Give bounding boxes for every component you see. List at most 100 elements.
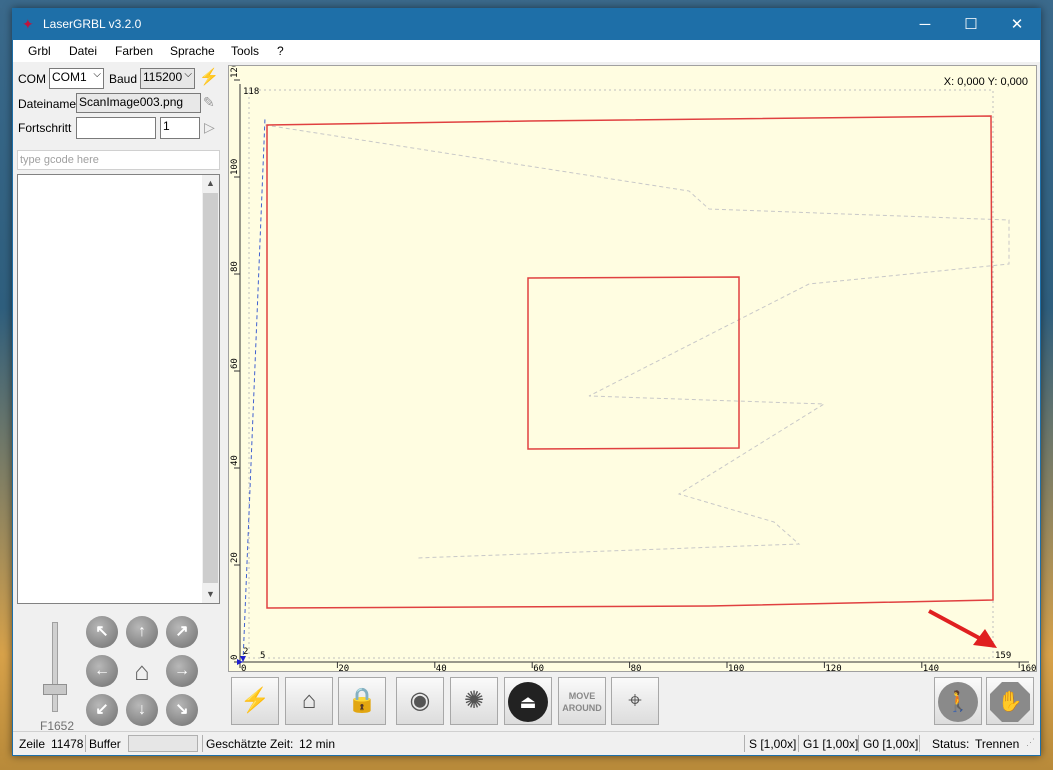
walking-person-icon[interactable]: 🚶 <box>934 677 982 725</box>
com-port-select[interactable]: COM1 ⌵ <box>49 68 104 89</box>
preview-canvas[interactable]: X: 0,000 Y: 0,000 0 20 40 60 80 100 120 140 160 … <box>228 65 1037 672</box>
inner-engraving-path <box>527 276 740 450</box>
jog-down-button[interactable]: ↓ <box>126 694 158 726</box>
status-label: Status: <box>932 737 970 751</box>
y-axis-ticks: 0 20 40 60 80 100 120 <box>230 66 240 663</box>
rapid-moves-path <box>264 124 1010 559</box>
outer-engraving-path <box>266 115 994 609</box>
origin-move-path <box>242 117 266 663</box>
work-area-border <box>248 89 994 659</box>
move-text: MOVE <box>568 691 596 701</box>
y-tick-label: 80 <box>230 261 240 272</box>
g0-override[interactable]: G0 [1,00x] <box>863 737 918 751</box>
x-tick-label: 60 <box>533 664 544 671</box>
x-tick-label: 40 <box>436 664 447 671</box>
scroll-thumb[interactable] <box>203 193 218 583</box>
y-tick-label: 0 <box>230 655 240 660</box>
chevron-down-icon: ⌵ <box>93 69 101 80</box>
progress-bar <box>76 117 156 139</box>
jog-up-left-button[interactable]: ↖ <box>86 616 118 648</box>
close-button[interactable]: ✕ <box>994 9 1040 40</box>
x-tick-label: 0 <box>241 664 246 671</box>
progress-label: Fortschritt <box>18 121 72 135</box>
run-play-icon[interactable]: ▷ <box>204 119 218 135</box>
red-arrow-annotation <box>928 609 997 648</box>
jog-up-right-button[interactable]: ↗ <box>166 616 198 648</box>
y-tick-label: 120 <box>230 66 240 78</box>
x-tick-label: 100 <box>728 664 744 671</box>
vertical-scrollbar[interactable]: ▲ ▼ <box>202 175 219 603</box>
gcode-input[interactable]: type gcode here <box>17 150 220 170</box>
jog-down-left-button[interactable]: ↙ <box>86 694 118 726</box>
gcode-preview-svg: 0 20 40 60 80 100 120 140 160 0 20 40 60 80 100 120 11… <box>230 66 1036 671</box>
s-override[interactable]: S [1,00x] <box>749 737 796 751</box>
maximize-button[interactable]: ☐ <box>948 9 994 40</box>
open-file-icon[interactable]: ✎ <box>203 94 219 110</box>
crosshair-icon[interactable]: ⌖ <box>611 677 659 725</box>
filename-field: ScanImage003.png <box>76 93 201 113</box>
speed-slider-thumb[interactable] <box>43 684 67 695</box>
stop-hand-icon[interactable]: ✋ <box>986 677 1034 725</box>
com-label: COM <box>18 72 46 86</box>
estimated-time-label: Geschätzte Zeit: <box>206 737 294 751</box>
menu-datei[interactable]: Datei <box>69 44 97 58</box>
menu-tools[interactable]: Tools <box>231 44 259 58</box>
lightning-icon[interactable]: ⚡ <box>231 677 279 725</box>
baud-select[interactable]: 115200 ⌵ <box>140 68 195 89</box>
filename-label: Dateiname <box>18 97 77 111</box>
laser-burst-icon[interactable]: ✺ <box>450 677 498 725</box>
y-tick-label: 40 <box>230 455 240 466</box>
jog-up-button[interactable]: ↑ <box>126 616 158 648</box>
scroll-up-icon[interactable]: ▲ <box>202 175 219 192</box>
status-bar: Zeile 11478 Buffer Geschätzte Zeit: 12 m… <box>13 731 1040 755</box>
eject-icon[interactable]: ⏏ <box>504 677 552 725</box>
line-label: Zeile <box>19 737 46 751</box>
padlock-icon[interactable]: 🔒 <box>338 677 386 725</box>
chevron-down-icon: ⌵ <box>184 69 192 80</box>
y-tick-label: 100 <box>230 159 240 175</box>
jog-left-button[interactable]: ← <box>86 655 118 687</box>
y-tick-label: 20 <box>230 552 240 563</box>
label-top-left: 118 <box>243 87 259 97</box>
status-value: Trennen <box>975 737 1020 751</box>
window-title: LaserGRBL v3.2.0 <box>43 17 142 31</box>
buffer-label: Buffer <box>89 737 121 751</box>
resize-grip-icon[interactable]: ⋰ <box>1026 737 1035 748</box>
jog-right-button[interactable]: → <box>166 655 198 687</box>
buffer-bar <box>128 735 198 752</box>
main-window: ✦ LaserGRBL v3.2.0 ─ ☐ ✕ Grbl Datei Farb… <box>12 8 1041 756</box>
y-tick-label: 60 <box>230 358 240 369</box>
speed-slider-track[interactable] <box>52 622 58 712</box>
title-bar[interactable]: ✦ LaserGRBL v3.2.0 ─ ☐ ✕ <box>13 9 1040 40</box>
menu-help[interactable]: ? <box>277 44 284 58</box>
g1-override[interactable]: G1 [1,00x] <box>803 737 858 751</box>
x-tick-label: 20 <box>338 664 349 671</box>
baud-label: Baud <box>109 72 138 86</box>
home-search-icon[interactable]: ⌂ <box>285 677 333 725</box>
x-tick-label: 120 <box>825 664 841 671</box>
minimize-button[interactable]: ─ <box>902 9 948 40</box>
menu-sprache[interactable]: Sprache <box>170 44 215 58</box>
gcode-list[interactable]: ▲ ▼ <box>17 174 220 604</box>
label-bottom-3: 159 <box>995 651 1011 661</box>
left-panel: COM COM1 ⌵ Baud 115200 ⌵ ⚡ Dateiname ScanI… <box>13 62 223 733</box>
label-bottom-1: 2 <box>243 647 248 657</box>
x-tick-label: 140 <box>923 664 939 671</box>
menu-grbl[interactable]: Grbl <box>28 44 51 58</box>
line-value: 11478 <box>51 737 84 751</box>
label-bottom-2: 5 <box>260 651 265 661</box>
globe-pin-icon[interactable]: ◉ <box>396 677 444 725</box>
connect-icon[interactable]: ⚡ <box>199 69 219 87</box>
bottom-toolbar: ⚡ ⌂ 🔒 ◉ ✺ ⏏ MOVE AROUND ⌖ 🚶 ✋ <box>228 675 1037 729</box>
menu-bar: Grbl Datei Farben Sprache Tools ? <box>13 40 1040 62</box>
jog-down-right-button[interactable]: ↘ <box>166 694 198 726</box>
estimated-time-value: 12 min <box>299 737 336 751</box>
repeat-count-stepper[interactable]: 1 <box>160 117 200 139</box>
menu-farben[interactable]: Farben <box>115 44 153 58</box>
x-tick-label: 80 <box>631 664 642 671</box>
x-axis-ticks: 0 20 40 60 80 100 120 140 160 <box>239 662 1036 671</box>
app-logo-icon: ✦ <box>22 16 34 32</box>
scroll-down-icon[interactable]: ▼ <box>202 586 219 603</box>
jog-home-icon[interactable]: ⌂ <box>126 655 158 687</box>
move-around-icon[interactable]: MOVE AROUND <box>558 677 606 725</box>
